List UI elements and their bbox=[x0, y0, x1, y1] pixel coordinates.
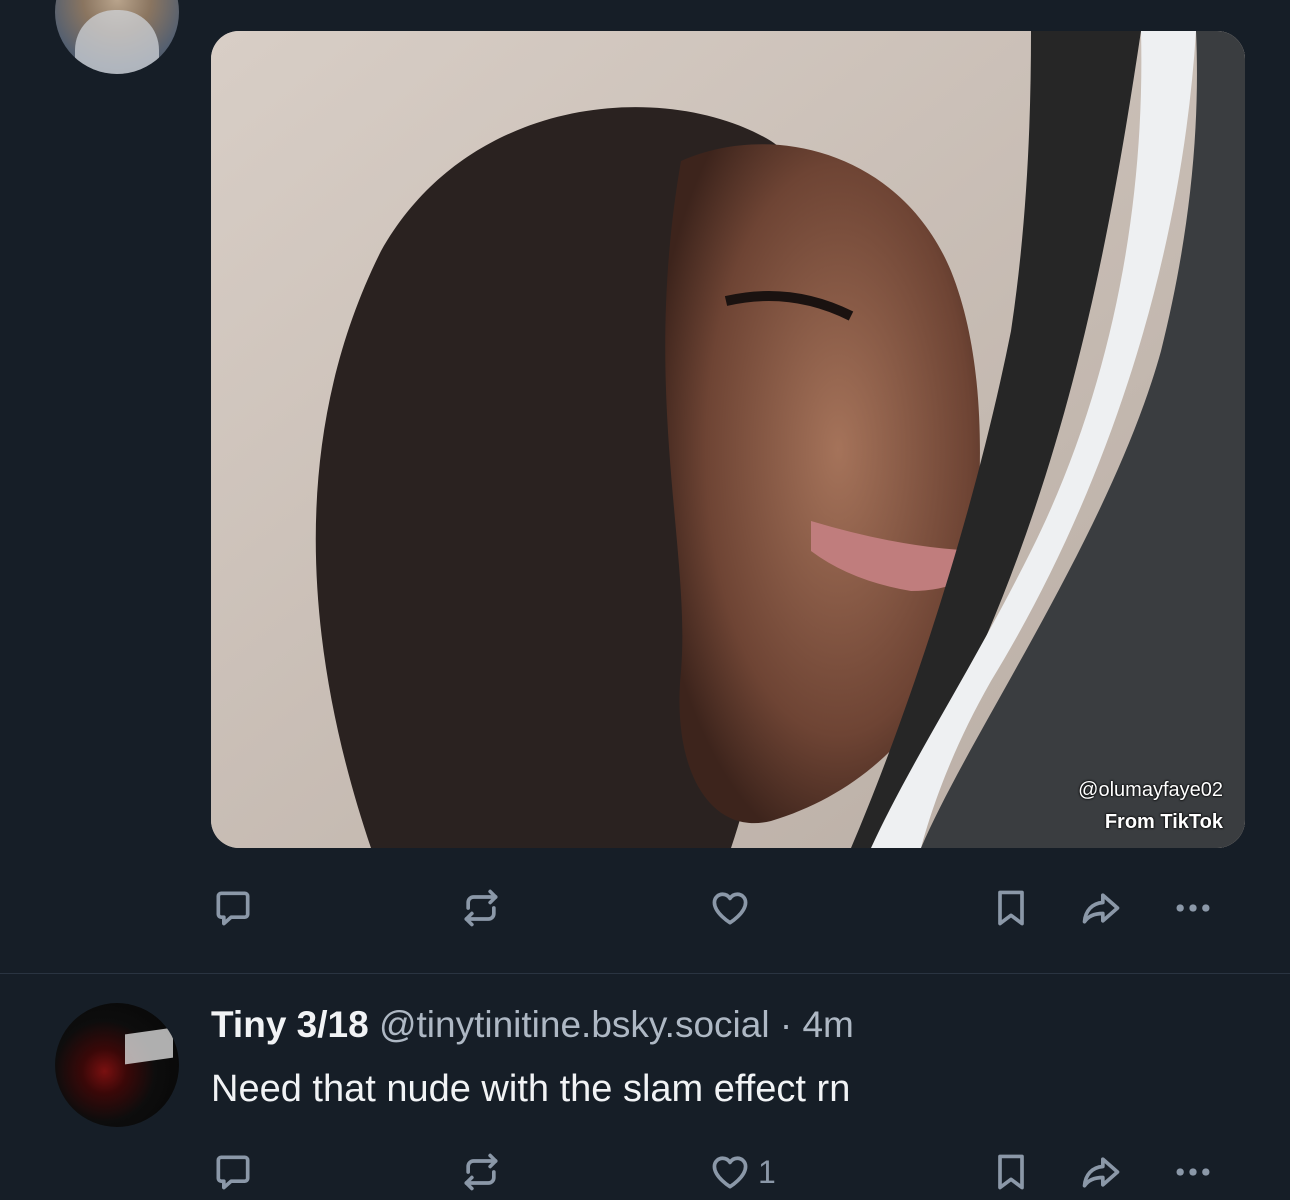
tiktok-watermark-source: From TikTok bbox=[1104, 811, 1223, 833]
tiktok-watermark-handle: @olumayfaye02 bbox=[1078, 779, 1223, 801]
post-like-button[interactable] bbox=[708, 878, 752, 938]
post-divider bbox=[0, 973, 1290, 974]
reply-author-name[interactable]: Tiny 3/18 bbox=[211, 1004, 369, 1045]
post-author-avatar[interactable] bbox=[55, 0, 179, 74]
reply-text: Need that nude with the slam effect rn bbox=[211, 1068, 851, 1110]
post-reply-button[interactable] bbox=[211, 878, 255, 938]
more-icon bbox=[1176, 1168, 1210, 1176]
repost-icon bbox=[464, 889, 498, 927]
post-image[interactable]: @olumayfaye02 From TikTok bbox=[211, 31, 1245, 848]
reply-icon bbox=[216, 1155, 250, 1190]
like-icon bbox=[712, 1156, 748, 1189]
more-icon bbox=[1176, 904, 1210, 912]
reply-author-avatar[interactable] bbox=[55, 1003, 179, 1127]
reply-reply-button[interactable] bbox=[211, 1142, 255, 1200]
share-icon bbox=[1082, 893, 1120, 924]
post-share-button[interactable] bbox=[1079, 878, 1123, 938]
reply-like-button[interactable]: 1 bbox=[708, 1142, 776, 1200]
reply-like-count: 1 bbox=[758, 1153, 776, 1190]
reply-timestamp[interactable]: 4m bbox=[802, 1004, 853, 1045]
like-icon bbox=[712, 892, 748, 925]
reply-repost-button[interactable] bbox=[459, 1142, 503, 1200]
bookmark-icon bbox=[998, 1154, 1024, 1190]
bookmark-icon bbox=[998, 890, 1024, 926]
reply-more-button[interactable] bbox=[1171, 1142, 1215, 1200]
post-photo-illustration bbox=[211, 31, 1245, 848]
post-repost-button[interactable] bbox=[459, 878, 503, 938]
reply-author-handle[interactable]: @tinytinitine.bsky.social bbox=[379, 1004, 770, 1045]
share-icon bbox=[1082, 1157, 1120, 1188]
reply-separator: · bbox=[779, 1004, 793, 1045]
post-more-button[interactable] bbox=[1171, 878, 1215, 938]
feed-page: @olumayfaye02 From TikTok Tiny 3/18 @tin… bbox=[0, 0, 1290, 1200]
reply-bookmark-button[interactable] bbox=[989, 1142, 1033, 1200]
post-bookmark-button[interactable] bbox=[989, 878, 1033, 938]
reply-icon bbox=[216, 891, 250, 926]
reply-action-bar: 1 bbox=[211, 1142, 1236, 1200]
reply-header: Tiny 3/18 @tinytinitine.bsky.social · 4m bbox=[211, 1004, 854, 1046]
reply-share-button[interactable] bbox=[1079, 1142, 1123, 1200]
repost-icon bbox=[464, 1153, 498, 1191]
post-action-bar bbox=[211, 878, 1236, 938]
